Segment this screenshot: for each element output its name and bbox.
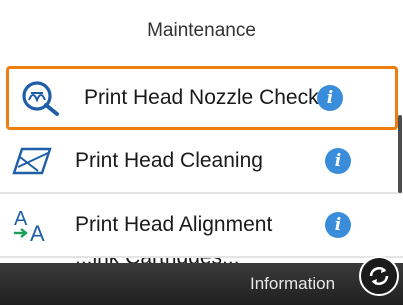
menu-item-label: Print Head Cleaning	[75, 149, 263, 172]
information-button[interactable]: Information	[250, 274, 335, 294]
head-alignment-icon: A A	[8, 205, 56, 245]
head-cleaning-icon	[8, 141, 56, 181]
menu-item-head-alignment[interactable]: A A Print Head Alignment i	[0, 194, 403, 258]
screen-header: Maintenance	[0, 0, 403, 62]
info-icon[interactable]: i	[325, 148, 351, 174]
refresh-icon[interactable]	[359, 256, 399, 296]
svg-text:A: A	[14, 208, 28, 230]
menu-item-label: Print Head Alignment	[75, 213, 273, 236]
menu-item-label: Print Head Nozzle Check	[84, 86, 319, 109]
page-title: Maintenance	[147, 20, 256, 41]
info-icon[interactable]: i	[317, 85, 343, 111]
svg-text:A: A	[30, 221, 45, 245]
nozzle-check-icon	[17, 78, 65, 118]
info-icon[interactable]: i	[325, 212, 351, 238]
menu-item-nozzle-check[interactable]: Print Head Nozzle Check i	[6, 66, 398, 130]
menu-item-head-cleaning[interactable]: Print Head Cleaning i	[0, 130, 403, 194]
scrollbar[interactable]	[398, 115, 402, 193]
bottom-bar	[0, 263, 403, 305]
